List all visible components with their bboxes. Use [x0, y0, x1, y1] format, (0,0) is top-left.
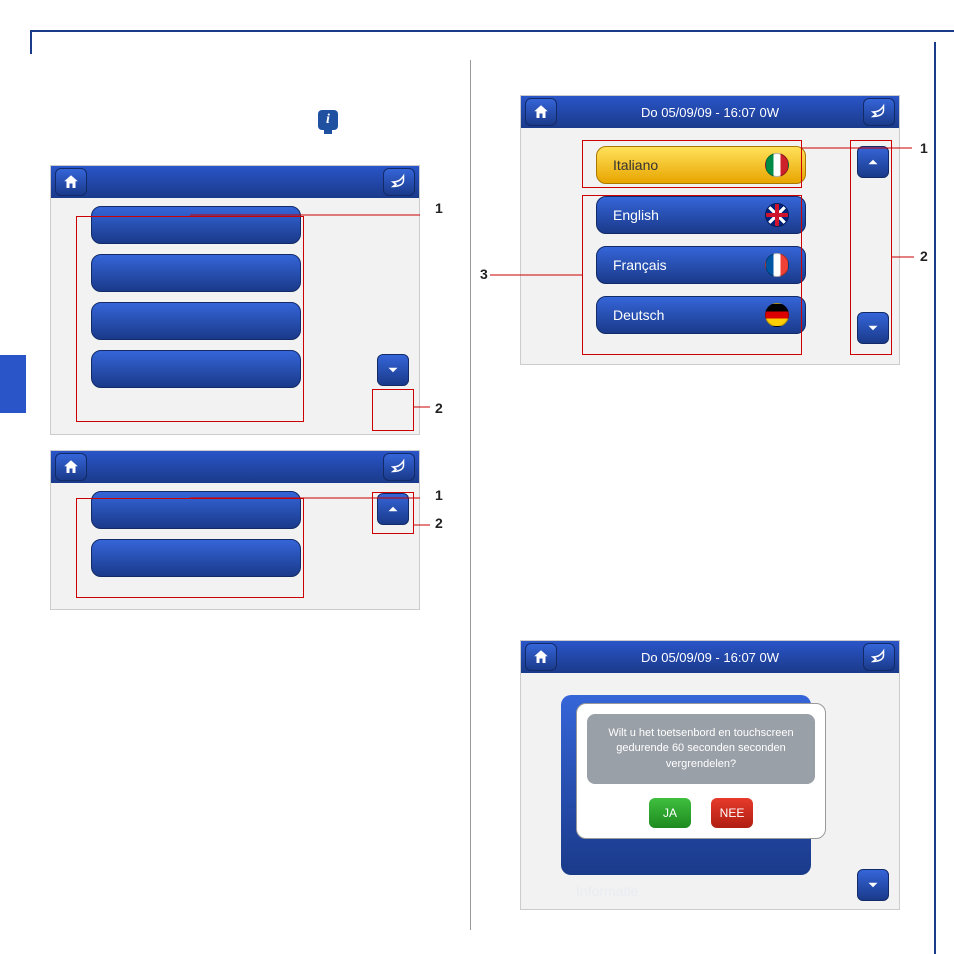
callout-line: [490, 270, 585, 280]
callout-line: [892, 252, 922, 262]
callout-box: [76, 216, 304, 422]
column-divider: [470, 60, 471, 930]
callout-number: 1: [435, 200, 443, 216]
page-right-border: [934, 42, 936, 954]
callout-box: [582, 140, 802, 188]
callout-number: 2: [920, 248, 928, 264]
confirm-dialog: Wilt u het toetsenbord en touchscreen ge…: [576, 703, 826, 839]
home-icon: [62, 458, 80, 476]
page-edge-tab: [0, 355, 26, 413]
home-button[interactable]: [525, 643, 557, 671]
scroll-down-button[interactable]: [857, 869, 889, 901]
home-button[interactable]: [55, 453, 87, 481]
callout-line: [414, 402, 434, 412]
scroll-down-button[interactable]: [377, 354, 409, 386]
screen-content: Wilt u het toetsenbord en touchscreen ge…: [521, 673, 899, 911]
back-icon: [390, 173, 408, 191]
back-button[interactable]: [863, 98, 895, 126]
callout-number: 1: [435, 487, 443, 503]
info-icon: i: [318, 110, 338, 130]
title-bar: Do 05/09/09 - 16:07 0W: [521, 96, 899, 128]
back-button[interactable]: [863, 643, 895, 671]
back-button[interactable]: [383, 168, 415, 196]
chevron-down-icon: [864, 876, 882, 894]
home-button[interactable]: [525, 98, 557, 126]
screen-title: Do 05/09/09 - 16:07 0W: [557, 650, 863, 665]
screen-title: Do 05/09/09 - 16:07 0W: [557, 105, 863, 120]
callout-number: 2: [435, 400, 443, 416]
callout-number: 1: [920, 140, 928, 156]
home-icon: [62, 173, 80, 191]
callout-box: [850, 140, 892, 355]
title-bar: [51, 451, 419, 483]
yes-button[interactable]: JA: [649, 798, 691, 828]
callout-box: [582, 195, 802, 355]
home-icon: [532, 103, 550, 121]
chevron-down-icon: [384, 361, 402, 379]
title-bar: Do 05/09/09 - 16:07 0W: [521, 641, 899, 673]
background-menu-label: Informatie: [576, 883, 638, 899]
callout-line: [190, 205, 430, 225]
back-button[interactable]: [383, 453, 415, 481]
back-icon: [870, 103, 888, 121]
title-bar: [51, 166, 419, 198]
home-button[interactable]: [55, 168, 87, 196]
home-icon: [532, 648, 550, 666]
callout-number: 2: [435, 515, 443, 531]
callout-box: [372, 389, 414, 431]
page-top-border: [30, 30, 924, 54]
no-button[interactable]: NEE: [711, 798, 753, 828]
callout-box: [372, 492, 414, 534]
callout-box: [76, 498, 304, 598]
back-icon: [390, 458, 408, 476]
callout-line: [414, 520, 434, 530]
dialog-message: Wilt u het toetsenbord en touchscreen ge…: [587, 714, 815, 784]
callout-number: 3: [480, 266, 488, 282]
lock-dialog-screen: Do 05/09/09 - 16:07 0W Wilt u het toetse…: [520, 640, 900, 910]
back-icon: [870, 648, 888, 666]
